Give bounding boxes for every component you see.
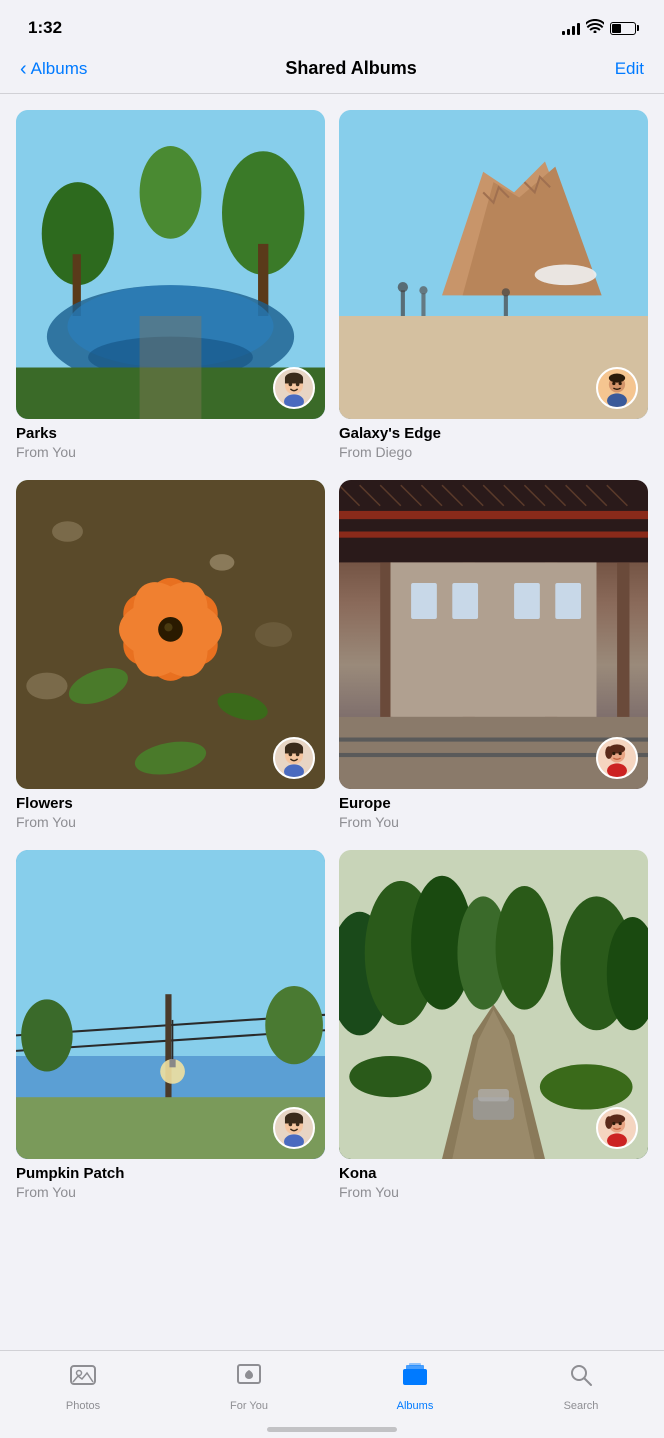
page-title: Shared Albums <box>285 58 416 79</box>
album-thumb-parks <box>16 110 325 419</box>
tab-search[interactable]: Search <box>551 1361 611 1412</box>
wifi-icon <box>586 19 604 38</box>
status-time: 1:32 <box>28 18 62 38</box>
album-name-parks: Parks <box>16 425 325 442</box>
album-from-parks: From You <box>16 444 325 460</box>
album-item-kona[interactable]: Kona From You <box>339 850 648 1200</box>
battery-icon <box>610 22 636 35</box>
album-thumb-pumpkin-patch <box>16 850 325 1159</box>
album-avatar-europe <box>596 737 638 779</box>
album-name-pumpkin-patch: Pumpkin Patch <box>16 1165 325 1182</box>
albums-icon <box>401 1361 429 1396</box>
album-item-flowers[interactable]: Flowers From You <box>16 480 325 830</box>
album-avatar-kona <box>596 1107 638 1149</box>
photos-icon <box>69 1361 97 1396</box>
tab-photos-label: Photos <box>66 1400 100 1412</box>
edit-button[interactable]: Edit <box>615 59 644 79</box>
tab-search-label: Search <box>564 1400 599 1412</box>
album-avatar-parks <box>273 367 315 409</box>
album-item-parks[interactable]: Parks From You <box>16 110 325 460</box>
album-from-europe: From You <box>339 814 648 830</box>
tab-for-you[interactable]: For You <box>219 1361 279 1412</box>
search-icon <box>567 1361 595 1396</box>
tab-albums[interactable]: Albums <box>385 1361 445 1412</box>
album-thumb-flowers <box>16 480 325 789</box>
album-name-flowers: Flowers <box>16 795 325 812</box>
albums-grid: Parks From You <box>0 94 664 1200</box>
tab-for-you-label: For You <box>230 1400 268 1412</box>
album-thumb-galaxys-edge <box>339 110 648 419</box>
album-avatar-galaxys-edge <box>596 367 638 409</box>
nav-header: ‹ Albums Shared Albums Edit <box>0 50 664 94</box>
album-from-flowers: From You <box>16 814 325 830</box>
status-icons <box>562 19 636 38</box>
album-from-kona: From You <box>339 1184 648 1200</box>
album-item-europe[interactable]: Europe From You <box>339 480 648 830</box>
back-label: Albums <box>31 59 88 79</box>
album-thumb-kona <box>339 850 648 1159</box>
signal-icon <box>562 21 580 35</box>
tab-photos[interactable]: Photos <box>53 1361 113 1412</box>
album-avatar-flowers <box>273 737 315 779</box>
album-name-europe: Europe <box>339 795 648 812</box>
album-from-galaxys-edge: From Diego <box>339 444 648 460</box>
album-thumb-europe <box>339 480 648 789</box>
album-avatar-pumpkin-patch <box>273 1107 315 1149</box>
album-name-kona: Kona <box>339 1165 648 1182</box>
status-bar: 1:32 <box>0 0 664 50</box>
album-item-galaxys-edge[interactable]: Galaxy's Edge From Diego <box>339 110 648 460</box>
back-arrow-icon: ‹ <box>20 59 27 79</box>
foryou-icon <box>235 1361 263 1396</box>
album-item-pumpkin-patch[interactable]: Pumpkin Patch From You <box>16 850 325 1200</box>
album-from-pumpkin-patch: From You <box>16 1184 325 1200</box>
album-name-galaxys-edge: Galaxy's Edge <box>339 425 648 442</box>
tab-bar: Photos For You Albums Search <box>0 1350 664 1438</box>
home-indicator <box>267 1427 397 1432</box>
tab-albums-label: Albums <box>397 1400 434 1412</box>
back-button[interactable]: ‹ Albums <box>20 59 87 79</box>
